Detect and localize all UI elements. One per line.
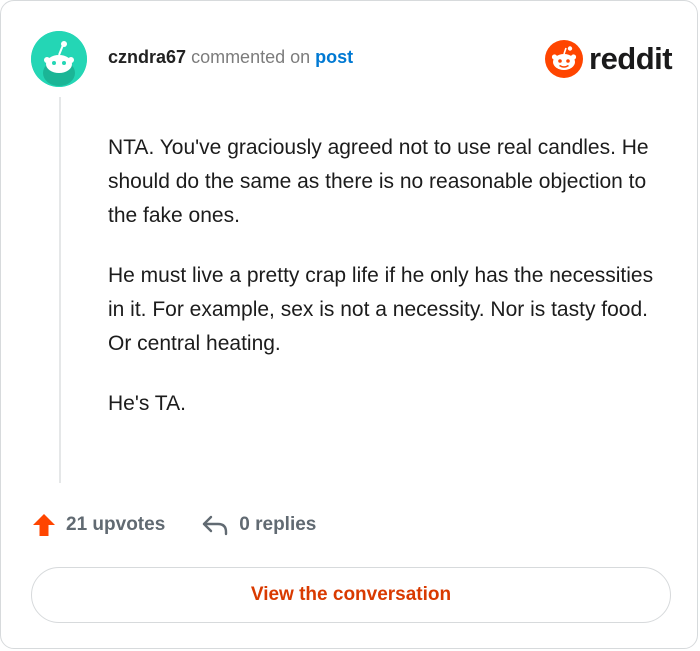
comment-header: czndra67 commented on post (108, 47, 353, 68)
reply-button[interactable]: 0 replies (201, 513, 316, 537)
username-link[interactable]: czndra67 (108, 47, 186, 67)
comment-paragraph: He's TA. (108, 392, 186, 415)
reddit-snoo-icon (545, 40, 583, 78)
post-link[interactable]: post (315, 47, 353, 67)
comment-paragraph: He must live a pretty crap life if he on… (108, 264, 654, 355)
reply-arrow-icon (203, 515, 228, 536)
reddit-logo[interactable]: reddit (545, 39, 673, 79)
user-avatar[interactable] (31, 31, 87, 87)
commented-on-text: commented on (191, 47, 311, 67)
arrow-up-icon (33, 514, 55, 536)
reddit-wordmark: reddit (589, 41, 673, 76)
reply-count: 0 replies (239, 514, 317, 535)
upvote-count: 21 upvotes (66, 514, 166, 535)
upvote-button[interactable]: 21 upvotes (31, 512, 165, 538)
view-conversation-button[interactable]: View the conversation (31, 567, 671, 623)
comment-footer: 21 upvotes 0 replies (31, 508, 316, 542)
comment-body: NTA. You've graciously agreed not to use… (108, 131, 668, 447)
snoo-avatar-icon (31, 31, 87, 87)
thread-line (59, 97, 61, 483)
comment-card: czndra67 commented on post reddit NTA. Y… (0, 0, 698, 649)
comment-paragraph: NTA. You've graciously agreed not to use… (108, 136, 649, 227)
